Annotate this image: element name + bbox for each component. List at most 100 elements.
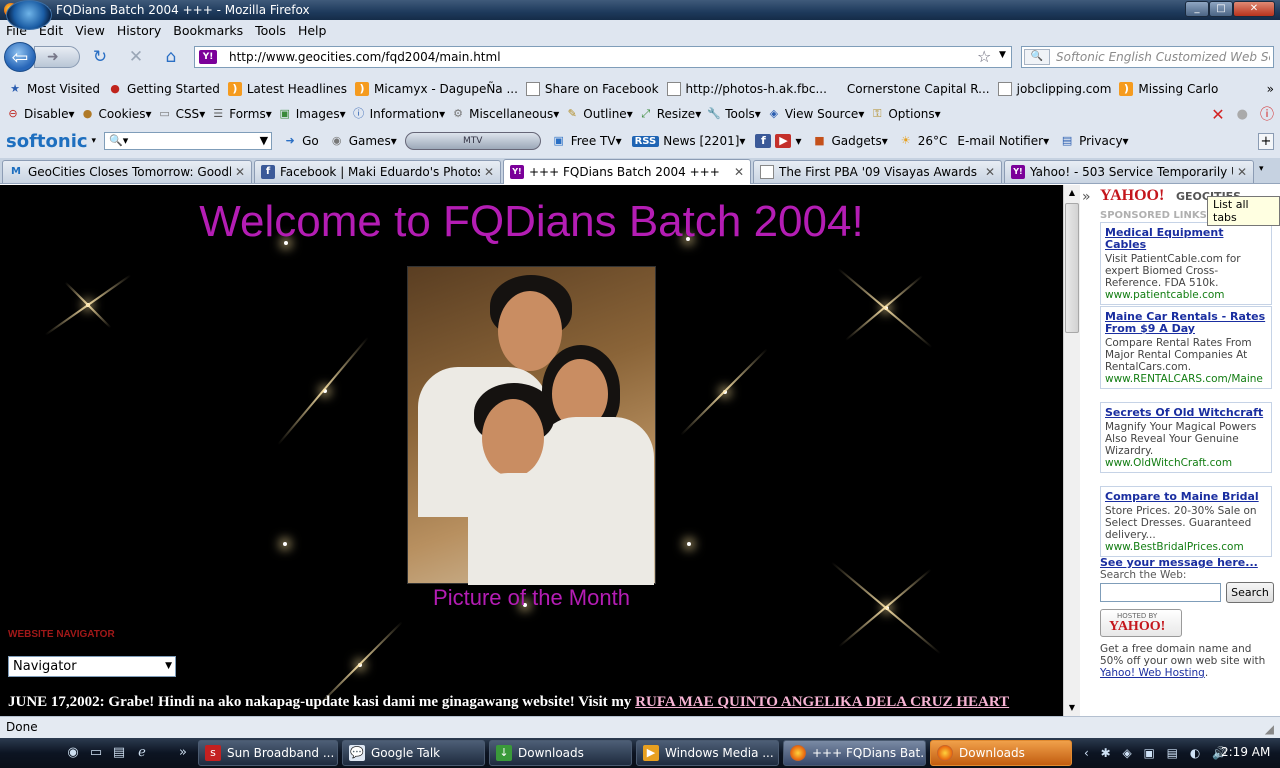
tab-geocities-closes[interactable]: M GeoCities Closes Tomorrow: Goodb... ✕ [2,160,252,183]
maximize-button[interactable]: □ [1209,1,1233,17]
taskbar-firefox-downloads[interactable]: Downloads [930,740,1072,766]
reload-icon[interactable]: ↻ [89,46,111,68]
webdev-tools[interactable]: 🔧 Tools ▾ [707,107,760,121]
menu-view[interactable]: View [69,23,111,38]
bookmarks-overflow-icon[interactable]: » [1267,82,1274,96]
webdev-images[interactable]: ▣ Images ▾ [278,107,346,121]
sponsored-ad[interactable]: Compare to Maine Bridal Store Prices. 20-… [1100,486,1272,557]
yahoo-logo[interactable]: YAHOO! [1100,187,1164,205]
webdev-resize[interactable]: ⤢ Resize ▾ [639,107,701,121]
menu-tools[interactable]: Tools [249,23,292,38]
softonic-gadgets[interactable]: ■ Gadgets ▾ [811,134,887,148]
yahoo-web-hosting-link[interactable]: Yahoo! Web Hosting [1100,667,1205,679]
softonic-news[interactable]: RSS News [2201] ▾ [631,134,745,148]
taskbar-firefox-fqdians[interactable]: +++ FQDians Bat... [783,740,926,766]
menu-history[interactable]: History [111,23,167,38]
tab-close-icon[interactable]: ✕ [985,165,995,179]
tab-pba-awards[interactable]: The First PBA '09 Visayas Awards Ni...✕ [753,160,1002,183]
webdev-miscellaneous[interactable]: ⚙ Miscellaneous ▾ [451,107,559,121]
menu-bookmarks[interactable]: Bookmarks [167,23,249,38]
webdev-css[interactable]: ▭ CSS ▾ [158,107,205,121]
list-all-tabs-button[interactable]: ▾ [1259,164,1264,174]
softonic-free-tv[interactable]: ▣ Free TV ▾ [551,134,622,148]
url-bar[interactable]: Y! http://www.geocities.com/fqd2004/main… [194,46,1012,68]
forward-button[interactable]: ➜ [34,46,80,68]
resize-grip-icon[interactable]: ◢ [1265,719,1274,740]
sidebar-search-button[interactable]: Search [1226,582,1274,603]
taskbar-google-talk[interactable]: 💬 Google Talk [342,740,485,766]
social-icons[interactable]: f ▶ ▾ [755,134,801,148]
webdev-cookies[interactable]: ● Cookies ▾ [81,107,152,121]
webdev-view-source[interactable]: ◈ View Source ▾ [767,107,865,121]
tab-close-icon[interactable]: ✕ [235,165,245,179]
bookmark-photos-fbcdn[interactable]: http://photos-h.ak.fbc... [666,81,827,96]
media-player-control[interactable]: MTV [404,132,541,150]
add-toolbar-icon[interactable]: + [1258,132,1274,150]
webdev-forms[interactable]: ☰ Forms ▾ [211,107,271,121]
taskbar-sun-broadband[interactable]: s Sun Broadband ... [198,740,338,766]
email-notifier[interactable]: E-mail Notifier ▾ [957,134,1049,148]
softonic-search-input[interactable]: 🔍▾ ▼ [104,132,273,150]
softonic-go-button[interactable]: ➜ Go [282,134,318,148]
tab-facebook-photos[interactable]: f Facebook | Maki Eduardo's Photos -...✕ [254,160,501,183]
tab-close-icon[interactable]: ✕ [484,165,494,179]
quicklaunch-overflow-icon[interactable]: » [174,744,192,762]
bookmark-latest-headlines[interactable]: ) Latest Headlines [227,81,347,96]
url-dropdown-icon[interactable]: ▼ [999,50,1006,60]
error-icon[interactable]: ⓘ [1260,104,1274,124]
bookmark-micamyx[interactable]: ) Micamyx - DagupeÑa ... [355,81,518,96]
url-text[interactable]: http://www.geocities.com/fqd2004/main.ht… [229,50,501,64]
search-engine-icon[interactable]: 🔍 [1024,49,1050,65]
softonic-logo[interactable]: softonic [6,131,88,152]
home-icon[interactable]: ⌂ [160,46,182,68]
tray-icons[interactable]: ‹ ✱ ◈ ▣ ▤ ◐ 🔊 [1084,746,1231,760]
webdev-disable[interactable]: ⊖ Disable ▾ [6,107,74,121]
tab-fqdians-active[interactable]: Y! +++ FQDians Batch 2004 +++ ✕ [503,159,751,184]
minimize-button[interactable]: _ [1185,1,1209,17]
scrollbar-thumb[interactable] [1065,203,1079,333]
scroll-down-icon[interactable]: ▼ [1064,700,1080,716]
bookmark-star-icon[interactable]: ☆ [977,47,991,66]
bookmark-jobclipping[interactable]: jobclipping.com [997,81,1111,96]
stop-icon[interactable]: ✕ [125,46,147,68]
search-placeholder[interactable]: Softonic English Customized Web Search [1056,50,1270,64]
bookmark-most-visited[interactable]: ★ Most Visited [8,82,100,96]
webdev-options[interactable]: ⚿ Options ▾ [870,107,941,121]
webdev-information[interactable]: ⓘ Information ▾ [352,107,445,121]
taskbar-downloads[interactable]: ↓ Downloads [489,740,632,766]
tab-close-icon[interactable]: ✕ [1237,165,1247,179]
ie-quicklaunch-icon[interactable]: ℯ [133,744,151,762]
desktop-quicklaunch-icon[interactable]: ▭ [87,744,105,762]
softonic-privacy[interactable]: ▤ Privacy ▾ [1059,134,1129,148]
tab-close-icon[interactable]: ✕ [734,165,744,179]
heart-site-link[interactable]: RUFA MAE QUINTO ANGELIKA DELA CRUZ HEART [635,694,1009,710]
menu-help[interactable]: Help [292,23,333,38]
navigator-select[interactable]: Navigator ▼ [8,656,176,677]
bookmark-missing-carlo[interactable]: ) Missing Carlo [1119,81,1218,96]
bookmark-share-facebook[interactable]: Share on Facebook [525,81,659,96]
tab-yahoo-503[interactable]: Y! Yahoo! - 503 Service Temporarily U...… [1004,160,1254,183]
softonic-games[interactable]: ◉ Games ▾ [329,134,397,148]
back-button[interactable]: ⇦ [4,42,36,72]
scroll-up-icon[interactable]: ▲ [1064,185,1080,201]
start-button[interactable] [6,0,52,30]
sponsored-ad[interactable]: Medical Equipment Cables Visit PatientCab… [1100,222,1272,305]
weather-widget[interactable]: ☀ 26°C [898,134,948,148]
sponsored-ad[interactable]: Maine Car Rentals - Rates From $9 A Day C… [1100,306,1272,389]
softonic-menu-arrow[interactable]: ▾ [92,136,97,146]
webdev-outline[interactable]: ✎ Outline ▾ [565,107,633,121]
sponsored-ad[interactable]: Secrets Of Old Witchcraft Magnify Your Ma… [1100,402,1272,473]
bookmark-cornerstone[interactable]: Cornerstone Capital R... [847,82,990,96]
close-toolbar-icon[interactable]: ✕ [1211,105,1224,124]
collapse-sidebar-icon[interactable]: » [1082,189,1091,205]
sidebar-search-input[interactable] [1100,583,1221,602]
web-search-box[interactable]: 🔍 Softonic English Customized Web Search [1021,46,1274,68]
window-switch-icon[interactable]: ▤ [110,744,128,762]
clock[interactable]: 2:19 AM [1221,745,1270,759]
taskbar-windows-media[interactable]: ▶ Windows Media ... [636,740,779,766]
see-your-message-link[interactable]: See your message here... [1100,556,1258,569]
bookmark-getting-started[interactable]: ● Getting Started [108,82,220,96]
close-window-button[interactable]: ✕ [1233,1,1275,17]
page-scrollbar[interactable]: ▲ ▼ [1063,185,1080,716]
chrome-quicklaunch-icon[interactable]: ◉ [64,744,82,762]
